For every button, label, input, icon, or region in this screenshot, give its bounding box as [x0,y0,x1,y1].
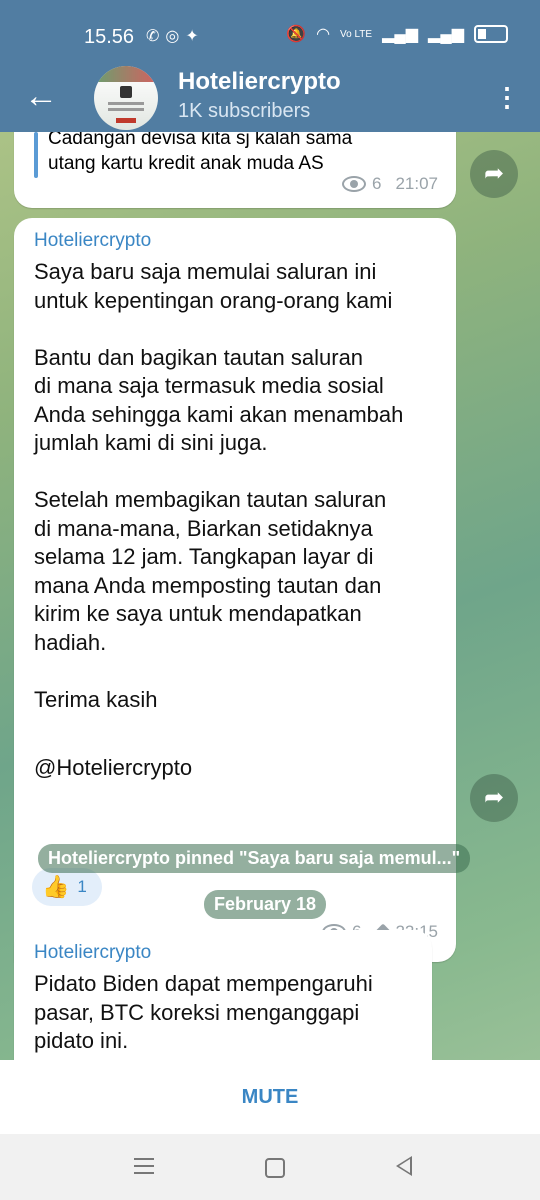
mute-button[interactable]: MUTE [0,1060,540,1134]
back-icon[interactable] [396,1156,412,1176]
signal-icon-2: ▂▄▆ [428,26,464,43]
share-icon[interactable]: ➦ [470,150,518,198]
avatar-logo [120,86,132,98]
avatar-text-line [108,108,144,111]
view-count: 6 [371,174,382,193]
battery-icon [474,25,508,43]
views-icon [341,176,366,192]
message-text: Pidato Biden dapat mempengaruhi pasar, B… [34,971,373,1053]
message-text: Saya baru saja memulai saluran ini untuk… [34,259,404,712]
sender-name[interactable]: Hoteliercrypto [34,230,151,252]
date-separator: February 18 [204,890,327,919]
notification-icons: ✆◎✦ [146,28,205,45]
recent-apps-icon[interactable] [134,1158,154,1176]
mention-link[interactable]: @Hoteliercrypto [34,754,450,783]
subscriber-count: 1K subscribers [178,100,311,122]
status-bar: 15.56 ✆◎✦ 🔕 ◠ Vo LTE ▂▄▆ ▂▄▆ [0,0,540,60]
volte-label: Vo LTE [340,28,373,40]
message-time: 21:07 [395,174,438,193]
channel-title[interactable]: Hoteliercrypto [178,68,341,96]
quote-bar [34,132,38,178]
chat-area[interactable]: Cadangan devisa kita sj kalah sama utang… [0,132,540,1060]
reaction-chip[interactable]: 👍 1 [32,868,102,906]
avatar-banner [94,66,158,82]
back-arrow-icon[interactable]: ← [24,76,58,116]
message-meta: 6 21:07 [341,174,438,194]
signal-icon: ▂▄▆ [382,26,419,43]
avatar-red-bar [116,118,136,123]
chat-header: ← Hoteliercrypto 1K subscribers ⋮ [0,60,540,132]
message-bubble[interactable]: Hoteliercrypto Pidato Biden dapat mempen… [14,930,432,1060]
channel-avatar[interactable] [94,66,158,130]
avatar-text-line [108,102,144,105]
home-icon[interactable] [265,1158,285,1178]
thumbs-up-icon: 👍 [42,874,70,899]
mute-icon: 🔕 [286,26,307,43]
reaction-count: 1 [77,877,87,896]
share-icon[interactable]: ➦ [470,774,518,822]
message-bubble[interactable]: Cadangan devisa kita sj kalah sama utang… [14,132,456,208]
system-icons: 🔕 ◠ Vo LTE ▂▄▆ ▂▄▆ [286,24,508,44]
sender-name[interactable]: Hoteliercrypto [34,942,151,964]
navigation-bar [0,1134,540,1200]
status-time: 15.56 [84,26,135,48]
mute-bar: MUTE [0,1060,540,1134]
quote-text: Cadangan devisa kita sj kalah sama utang… [48,132,353,174]
wifi-icon: ◠ [316,26,331,43]
pinned-notice[interactable]: Hoteliercrypto pinned "Saya baru saja me… [38,844,471,873]
more-options-icon[interactable]: ⋮ [494,82,520,112]
